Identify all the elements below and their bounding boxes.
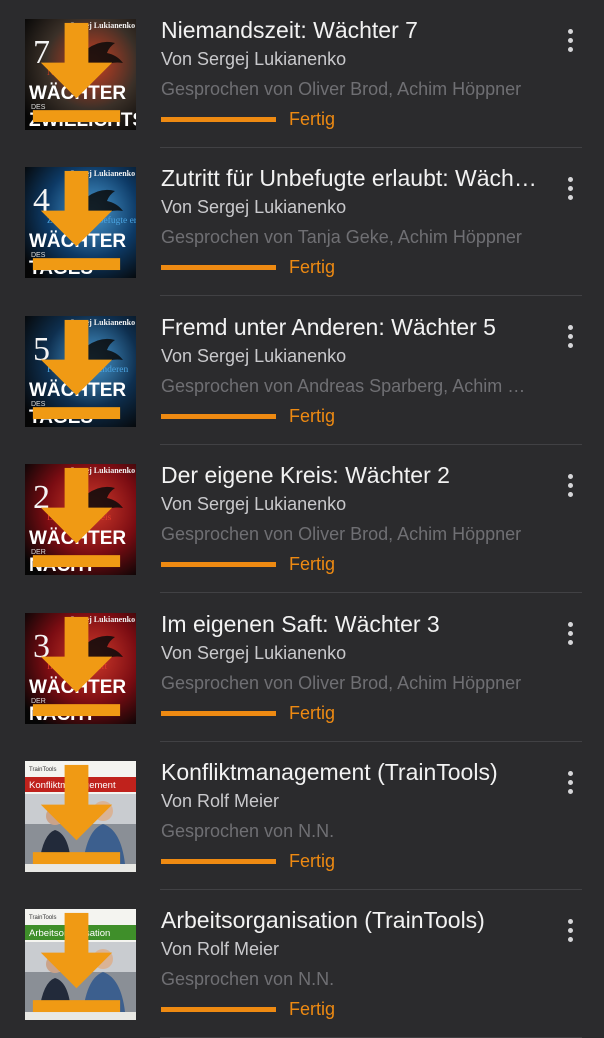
book-narrator: Gesprochen von Andreas Sparberg, Achim H…: [161, 375, 527, 396]
progress-bar-fill: [161, 710, 276, 716]
book-author: Von Sergej Lukianenko: [161, 642, 347, 663]
book-row[interactable]: Sergej Lukianenko5Fremd unter AnderenWÄC…: [0, 297, 604, 445]
progress-bar-fill: [161, 562, 276, 568]
more-vertical-icon[interactable]: [556, 912, 584, 948]
book-cover[interactable]: TrainToolsArbeitsorganisation: [25, 909, 136, 1021]
book-cover[interactable]: TrainToolsKonfliktmanagement: [25, 761, 136, 872]
progress-bar: [161, 859, 276, 864]
progress-bar: [161, 117, 276, 122]
download-icon: [32, 171, 121, 271]
book-title: Der eigene Kreis: Wächter 2: [161, 462, 450, 489]
download-icon: [32, 468, 121, 568]
book-title: Arbeitsorganisation (TrainTools): [161, 907, 485, 934]
book-cover[interactable]: Sergej Lukianenko4Zutritt für Unbefugte …: [25, 167, 136, 279]
book-cover[interactable]: Sergej Lukianenko2Der eigene KreisWÄCHTE…: [25, 464, 136, 576]
more-dot: [567, 640, 573, 646]
progress-bar-fill: [161, 859, 276, 864]
status-label: Fertig: [289, 257, 336, 278]
progress-bar-fill: [161, 1007, 276, 1013]
download-icon: [32, 22, 121, 123]
book-author: Von Sergej Lukianenko: [161, 345, 347, 366]
more-dot: [567, 622, 573, 628]
progress-bar: [161, 710, 276, 716]
download-icon: [32, 319, 121, 419]
book-row[interactable]: Sergej Lukianenko7NiemandszeitWÄCHTERDES…: [0, 0, 604, 148]
more-dot: [567, 37, 573, 43]
status-label: Fertig: [289, 999, 336, 1020]
book-narrator: Gesprochen von Oliver Brod, Achim Höppne…: [161, 79, 522, 99]
book-author: Von Sergej Lukianenko: [161, 197, 347, 218]
progress-bar-fill: [161, 265, 276, 271]
book-title: Zutritt für Unbefugte erlaubt: Wächter 4: [161, 165, 541, 192]
more-dot: [567, 927, 573, 933]
more-vertical-icon[interactable]: [556, 467, 584, 503]
progress-bar-fill: [161, 413, 276, 419]
book-row[interactable]: Sergej Lukianenko4Zutritt für Unbefugte …: [0, 148, 604, 297]
book-narrator: Gesprochen von Tanja Geke, Achim Höppner: [161, 227, 522, 248]
progress-bar: [161, 413, 276, 419]
download-icon: [32, 616, 121, 716]
more-dot: [567, 194, 573, 200]
book-row[interactable]: Sergej Lukianenko3Im eigenen SaftWÄCHTER…: [0, 594, 604, 742]
more-dot: [567, 46, 573, 52]
book-cover[interactable]: Sergej Lukianenko7NiemandszeitWÄCHTERDES…: [25, 19, 136, 130]
status-label: Fertig: [289, 702, 336, 723]
more-vertical-icon[interactable]: [556, 22, 584, 58]
book-row[interactable]: Sergej Lukianenko2Der eigene KreisWÄCHTE…: [0, 445, 604, 594]
more-dot: [567, 770, 573, 776]
status-label: Fertig: [289, 554, 336, 575]
download-icon: [32, 764, 121, 865]
more-dot: [567, 482, 573, 488]
more-dot: [567, 779, 573, 785]
more-dot: [567, 491, 573, 497]
more-vertical-icon[interactable]: [556, 170, 584, 206]
status-label: Fertig: [289, 109, 336, 129]
book-author: Von Rolf Meier: [161, 791, 280, 811]
book-row[interactable]: TrainToolsArbeitsorganisation Arbeitsorga…: [0, 890, 604, 1038]
book-title: Konfliktmanagement (TrainTools): [161, 759, 498, 785]
book-cover[interactable]: Sergej Lukianenko5Fremd unter AnderenWÄC…: [25, 315, 136, 427]
audiobook-list: Sergej Lukianenko7NiemandszeitWÄCHTERDES…: [0, 0, 604, 1038]
book-title: Niemandszeit: Wächter 7: [161, 17, 418, 43]
more-dot: [567, 185, 573, 191]
more-dot: [567, 176, 573, 182]
more-dot: [567, 631, 573, 637]
more-dot: [567, 325, 573, 331]
download-icon: [32, 913, 121, 1013]
book-title: Fremd unter Anderen: Wächter 5: [161, 313, 496, 340]
more-vertical-icon[interactable]: [556, 764, 584, 800]
more-dot: [567, 334, 573, 340]
more-vertical-icon[interactable]: [556, 616, 584, 652]
more-dot: [567, 918, 573, 924]
status-label: Fertig: [289, 405, 336, 426]
more-dot: [567, 936, 573, 942]
progress-bar: [161, 265, 276, 271]
more-dot: [567, 473, 573, 479]
book-row[interactable]: TrainToolsKonfliktmanagement Konfliktmana…: [0, 742, 604, 890]
more-dot: [567, 788, 573, 794]
book-cover[interactable]: Sergej Lukianenko3Im eigenen SaftWÄCHTER…: [25, 612, 136, 724]
status-label: Fertig: [289, 851, 336, 871]
book-author: Von Rolf Meier: [161, 939, 280, 960]
progress-bar: [161, 1007, 276, 1013]
more-dot: [567, 343, 573, 349]
more-dot: [567, 28, 573, 34]
book-title: Im eigenen Saft: Wächter 3: [161, 610, 440, 637]
book-narrator: Gesprochen von Oliver Brod, Achim Höppne…: [161, 672, 522, 693]
progress-bar: [161, 562, 276, 568]
more-vertical-icon[interactable]: [556, 319, 584, 355]
book-narrator: Gesprochen von N.N.: [161, 821, 335, 841]
book-author: Von Sergej Lukianenko: [161, 49, 347, 69]
progress-bar-fill: [161, 117, 276, 122]
book-author: Von Sergej Lukianenko: [161, 494, 347, 515]
book-narrator: Gesprochen von Oliver Brod, Achim Höppne…: [161, 524, 522, 545]
book-narrator: Gesprochen von N.N.: [161, 969, 335, 990]
